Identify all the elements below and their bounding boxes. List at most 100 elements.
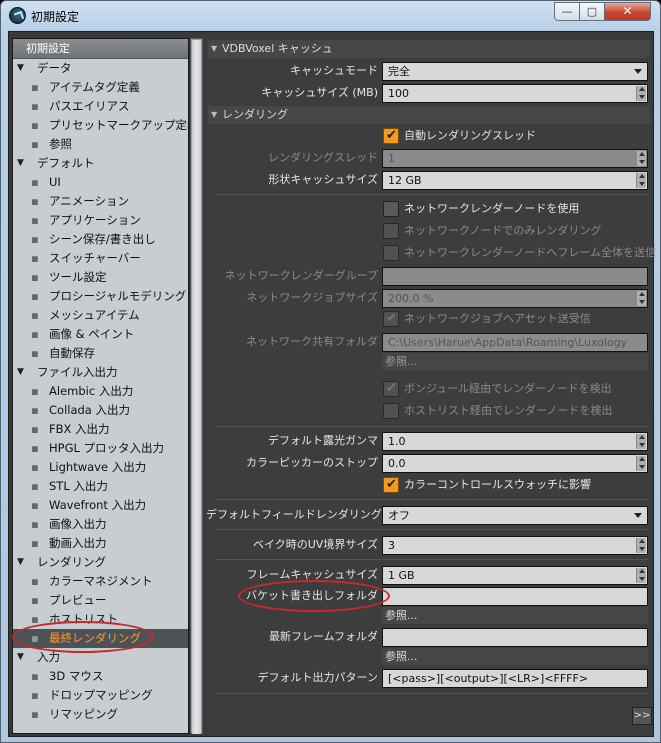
expand-triangle-icon: ▼ xyxy=(17,63,24,73)
tree-item[interactable]: ▪ アニメーション xyxy=(13,192,188,211)
tree-bullet-icon: ▪ xyxy=(31,536,39,550)
tree-bullet-icon: ▪ xyxy=(31,517,39,531)
minimize-button[interactable]: — xyxy=(554,2,580,21)
tree-item[interactable]: ▪ パスエイリアス xyxy=(13,97,188,116)
preferences-window: 初期設定 — ▢ ✕ 初期設定 ▼ データ ▪ アイテムタグ定義 ▪ パスエイリアス ▪ プリ… xyxy=(0,0,661,743)
tree-item[interactable]: ▪ Alembic 入出力 xyxy=(13,382,188,401)
tree-item[interactable]: ▪ メッシュアイテム xyxy=(13,306,188,325)
tree-item[interactable]: ▪ 自動保存 xyxy=(13,344,188,363)
picker-stop-value: 0.0 xyxy=(388,457,406,470)
tree-item[interactable]: ▪ ツール設定 xyxy=(13,268,188,287)
latest-frame-browse-button[interactable]: 参照... xyxy=(382,648,648,665)
maximize-button[interactable]: ▢ xyxy=(579,2,605,21)
tree-item[interactable]: ▪ プリセットマークアップ定義 xyxy=(13,116,188,135)
tree-item[interactable]: ▪ Wavefront 入出力 xyxy=(13,496,188,515)
net-only-checkbox[interactable] xyxy=(383,223,399,239)
field-render-dropdown[interactable]: オフ xyxy=(382,506,648,525)
uv-border-field[interactable]: 3 xyxy=(382,536,648,555)
tree-item[interactable]: ▪ 画像入出力 xyxy=(13,515,188,534)
title-bar[interactable]: 初期設定 — ▢ ✕ xyxy=(1,1,660,31)
net-folder-field[interactable]: C:\Users\Harue\AppData\Roaming\Luxology xyxy=(382,333,648,352)
tree-bullet-icon: ▪ xyxy=(31,289,39,303)
divider xyxy=(216,693,648,694)
scrollbar-thumb[interactable] xyxy=(192,40,201,734)
tree-group[interactable]: ▼ レンダリング xyxy=(13,553,188,572)
cache-size-field[interactable]: 100 xyxy=(382,84,648,103)
gamma-value: 1.0 xyxy=(388,435,406,448)
tree-item-label: Wavefront 入出力 xyxy=(49,498,147,512)
tree-item-label: ツール設定 xyxy=(49,270,107,284)
tree-item[interactable]: ▪ 参照 xyxy=(13,135,188,154)
net-frame-checkbox[interactable] xyxy=(383,245,399,261)
tree-group[interactable]: ▼ ファイル入出力 xyxy=(13,363,188,382)
tree-item[interactable]: ▪ アイテムタグ定義 xyxy=(13,78,188,97)
next-button[interactable]: >> xyxy=(632,707,652,725)
tree-item[interactable]: ▪ Lightwave 入出力 xyxy=(13,458,188,477)
tree-item[interactable]: ▪ UI xyxy=(13,173,188,192)
tree-item[interactable]: ▪ 画像 & ペイント xyxy=(13,325,188,344)
tree-item[interactable]: ▪ カラーマネジメント xyxy=(13,572,188,591)
threads-field[interactable]: 1 xyxy=(382,149,648,168)
tree-item[interactable]: ▪ 3D マウス xyxy=(13,667,188,686)
section-vdb-header[interactable]: ▼ VDBVoxel キャッシュ xyxy=(208,40,650,58)
cache-mode-dropdown[interactable]: 完全 xyxy=(382,62,648,81)
tree-group[interactable]: ▼ データ xyxy=(13,59,188,78)
tree-item[interactable]: ▪ アプリケーション xyxy=(13,211,188,230)
close-button[interactable]: ✕ xyxy=(604,2,651,21)
spinner-icon[interactable] xyxy=(636,291,646,306)
uv-border-value: 3 xyxy=(388,539,395,552)
tree-item-label: HPGL プロッタ入出力 xyxy=(49,441,165,455)
net-asset-checkbox[interactable] xyxy=(383,311,399,327)
net-job-size-label: ネットワークジョブサイズ xyxy=(246,291,378,304)
tree-item[interactable]: ▪ ドロップマッピング xyxy=(13,686,188,705)
tree-item-label: ファイル入出力 xyxy=(37,365,118,379)
output-pattern-field[interactable]: [<pass>][<output>][<LR>]<FFFF> xyxy=(382,669,648,688)
hostlist-checkbox[interactable] xyxy=(383,403,399,419)
spinner-icon[interactable] xyxy=(636,434,646,449)
window-title: 初期設定 xyxy=(31,10,80,24)
field-render-label: デフォルトフィールドレンダリング xyxy=(206,508,382,521)
tree-item[interactable]: ▪ シーン保存/書き出し xyxy=(13,230,188,249)
geo-cache-field[interactable]: 12 GB xyxy=(382,171,648,190)
spinner-icon[interactable] xyxy=(636,151,646,166)
net-folder-label: ネットワーク共有フォルダ xyxy=(246,335,378,348)
spinner-icon[interactable] xyxy=(636,456,646,471)
tree-item-label: STL 入出力 xyxy=(49,479,108,493)
cache-mode-label: キャッシュモード xyxy=(290,64,378,77)
tree-item[interactable]: ▪ HPGL プロッタ入出力 xyxy=(13,439,188,458)
tree-item[interactable]: ▪ FBX 入出力 xyxy=(13,420,188,439)
net-folder-browse-button[interactable]: 参照... xyxy=(382,353,648,370)
section-render-header[interactable]: ▼ レンダリング xyxy=(208,106,650,124)
tree-scrollbar[interactable] xyxy=(190,38,203,734)
spinner-icon[interactable] xyxy=(636,173,646,188)
spinner-icon[interactable] xyxy=(636,86,646,101)
bucket-folder-browse-button[interactable]: 参照... xyxy=(382,607,648,624)
tree-item-label: 画像 & ペイント xyxy=(49,327,135,341)
tree-item-label: Collada 入出力 xyxy=(49,403,131,417)
spinner-icon[interactable] xyxy=(636,538,646,553)
bucket-folder-field[interactable] xyxy=(382,587,648,606)
field-render-value: オフ xyxy=(388,509,410,522)
swatch-checkbox[interactable] xyxy=(383,477,399,493)
spinner-icon[interactable] xyxy=(636,568,646,583)
gamma-field[interactable]: 1.0 xyxy=(382,432,648,451)
tree-item[interactable]: ▪ リマッピング xyxy=(13,705,188,724)
tree-item[interactable]: ▪ スイッチャーバー xyxy=(13,249,188,268)
tree-item[interactable]: ▪ 動画入出力 xyxy=(13,534,188,553)
bonjour-checkbox[interactable] xyxy=(383,381,399,397)
tree-item[interactable]: ▪ STL 入出力 xyxy=(13,477,188,496)
tree-item[interactable]: ▪ プレビュー xyxy=(13,591,188,610)
tree-item-label: プレビュー xyxy=(49,593,107,607)
tree-bullet-icon: ▪ xyxy=(31,308,39,322)
tree-item[interactable]: ▪ プロシージャルモデリング xyxy=(13,287,188,306)
net-use-checkbox[interactable] xyxy=(383,201,399,217)
auto-threads-checkbox[interactable] xyxy=(383,128,399,144)
frame-cache-field[interactable]: 1 GB xyxy=(382,566,648,585)
tree-item[interactable]: ▪ Collada 入出力 xyxy=(13,401,188,420)
tree-group[interactable]: ▼ デフォルト xyxy=(13,154,188,173)
latest-frame-field[interactable] xyxy=(382,628,648,647)
tree-item-label: データ xyxy=(37,61,72,75)
picker-stop-field[interactable]: 0.0 xyxy=(382,454,648,473)
net-job-size-field[interactable]: 200.0 % xyxy=(382,289,648,308)
net-group-field[interactable] xyxy=(382,267,648,286)
